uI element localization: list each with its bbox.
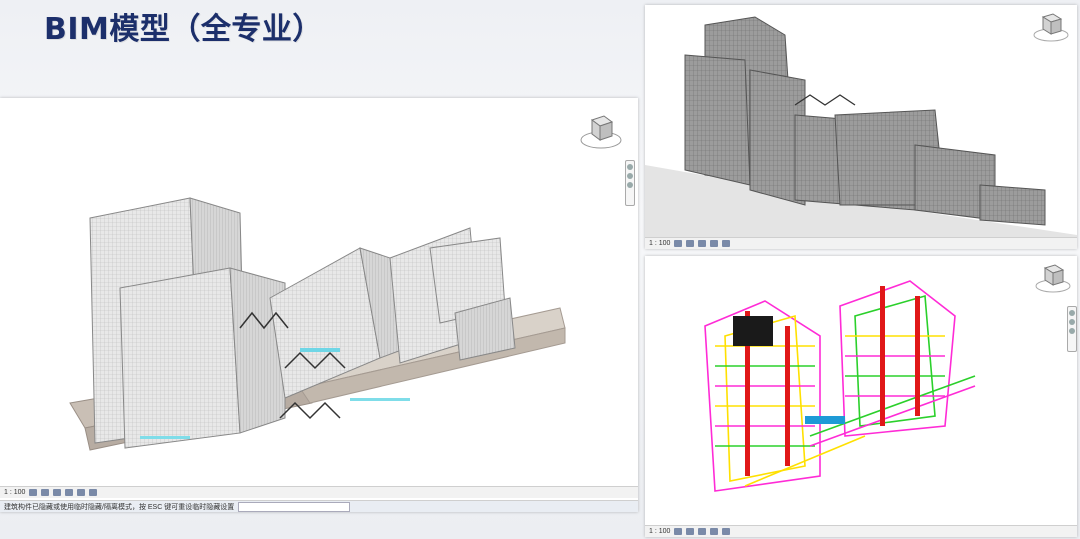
- shadows-icon[interactable]: [710, 528, 719, 535]
- scale-label[interactable]: 1 : 100: [649, 240, 670, 247]
- slide-title: BIM模型（全专业）: [44, 12, 323, 47]
- view-control-bar: 1 : 100: [645, 525, 1077, 537]
- workset-field[interactable]: [238, 501, 351, 512]
- view-control-bar: 1 : 100: [0, 486, 638, 498]
- sun-path-icon[interactable]: [53, 489, 62, 496]
- view-cube-icon[interactable]: [578, 112, 624, 159]
- main-3d-viewport[interactable]: 1 : 100 建筑构件已隐藏或使用临时隐藏/隔离模式，按 ESC 键可重设临时…: [0, 98, 638, 512]
- shadows-icon[interactable]: [65, 489, 74, 496]
- crop-icon[interactable]: [77, 489, 86, 496]
- detail-level-icon[interactable]: [674, 528, 683, 535]
- structural-model: [645, 16, 1077, 237]
- navigation-bar-icon[interactable]: [1067, 306, 1077, 352]
- view-control-bar: 1 : 100: [645, 237, 1077, 249]
- shadows-icon[interactable]: [710, 240, 719, 247]
- scale-label[interactable]: 1 : 100: [4, 489, 25, 496]
- sun-path-icon[interactable]: [698, 528, 707, 535]
- top-right-3d-viewport[interactable]: 1 : 100: [645, 5, 1077, 249]
- sun-path-icon[interactable]: [698, 240, 707, 247]
- navigation-bar-icon[interactable]: [625, 160, 635, 206]
- view-cube-icon[interactable]: [1031, 11, 1071, 50]
- crop-icon[interactable]: [722, 240, 731, 247]
- view-cube-icon[interactable]: [1033, 262, 1073, 301]
- visual-style-icon[interactable]: [41, 489, 50, 496]
- detail-level-icon[interactable]: [29, 489, 38, 496]
- bottom-right-3d-viewport[interactable]: 1 : 100: [645, 256, 1077, 537]
- visual-style-icon[interactable]: [686, 528, 695, 535]
- crop-icon[interactable]: [722, 528, 731, 535]
- detail-level-icon[interactable]: [674, 240, 683, 247]
- mep-model: [704, 280, 976, 492]
- visual-style-icon[interactable]: [686, 240, 695, 247]
- hide-icon[interactable]: [89, 489, 98, 496]
- architectural-model: [69, 197, 566, 451]
- revit-status-bar: 建筑构件已隐藏或使用临时隐藏/隔离模式，按 ESC 键可重设临时隐藏设置: [0, 500, 638, 512]
- scale-label[interactable]: 1 : 100: [649, 528, 670, 535]
- status-message: 建筑构件已隐藏或使用临时隐藏/隔离模式，按 ESC 键可重设临时隐藏设置: [4, 503, 235, 511]
